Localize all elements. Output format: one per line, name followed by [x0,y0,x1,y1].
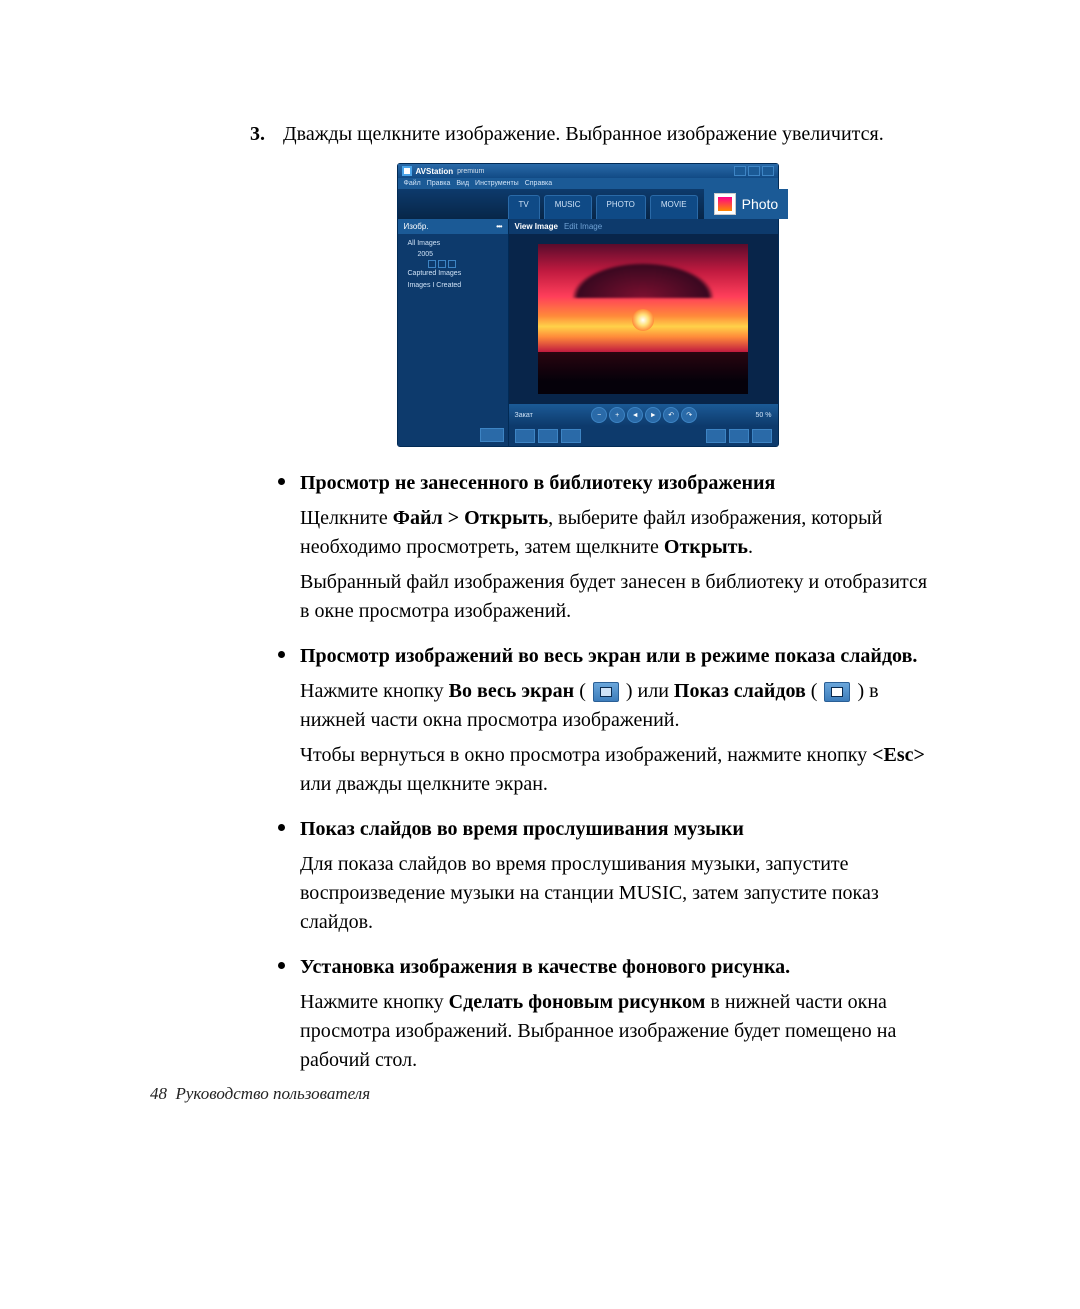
wallpaper-button[interactable] [561,429,581,443]
zoom-out-button[interactable]: − [591,407,607,423]
bullet-item: Установка изображения в качестве фоновог… [300,953,930,1075]
tree-month-icons[interactable] [402,260,504,268]
slideshow-button[interactable] [538,429,558,443]
image-name: Закат [515,412,533,419]
image-viewport [509,234,778,404]
bullet-item: Показ слайдов во время прослушивания муз… [300,815,930,937]
tree-all-images[interactable]: All Images [402,238,504,249]
tab-music[interactable]: MUSIC [544,195,592,219]
sidebar-add-button[interactable] [480,428,504,442]
tab-edit-image[interactable]: Edit Image [564,222,602,231]
bullet-list: Просмотр не занесенного в библиотеку изо… [245,469,930,1075]
bullet-paragraph: Нажмите кнопку Во весь экран ( ) или Пок… [300,677,930,735]
sidebar-tree: All Images 2005 Captured Images Images I… [398,234,508,424]
page-footer: 48 Руководство пользователя [150,1084,370,1104]
rotate-left-button[interactable]: ↶ [663,407,679,423]
tree-created[interactable]: Images I Created [402,280,504,291]
menubar: Файл Правка Вид Инструменты Справка [398,178,778,189]
step-number: 3. [245,120,265,149]
bullet-heading: Просмотр изображений во весь экран или в… [300,642,930,671]
zoom-percent: 50 % [756,412,772,419]
menu-edit[interactable]: Правка [427,180,451,187]
next-button[interactable]: ► [645,407,661,423]
bold-text: Во весь экран [449,680,575,702]
bullet-item: Просмотр не занесенного в библиотеку изо… [300,469,930,626]
fullscreen-icon [593,682,619,702]
step-text: Дважды щелкните изображение. Выбранное и… [283,120,930,149]
sidebar-header: Изобр. ••• [398,219,508,234]
bold-text: Сделать фоновым рисунком [449,991,706,1013]
tab-photo[interactable]: PHOTO [596,195,646,219]
footer-title: Руководство пользователя [176,1084,371,1103]
app-screenshot: AVStation premium Файл Правка Вид Инстру… [245,163,930,447]
bold-text: Файл > Открыть [393,507,548,529]
sidebar: Изобр. ••• All Images 2005 Captured Imag… [398,219,509,446]
rotate-right-button[interactable]: ↷ [681,407,697,423]
tool-button-3[interactable] [752,429,772,443]
tab-movie[interactable]: MOVIE [650,195,698,219]
tab-tv[interactable]: TV [508,195,540,219]
app-icon [402,166,412,176]
prev-button[interactable]: ◄ [627,407,643,423]
sidebar-title: Изобр. [404,222,429,231]
bullet-paragraph: Выбранный файл изображения будет занесен… [300,568,930,626]
slideshow-icon [824,682,850,702]
bullet-heading: Показ слайдов во время прослушивания муз… [300,815,930,844]
close-button[interactable] [762,166,774,176]
header-row: TV MUSIC PHOTO MOVIE Photo [398,189,778,219]
photo-icon [714,193,736,215]
tab-view-image[interactable]: View Image [515,222,558,231]
maximize-button[interactable] [748,166,760,176]
bold-text: <Esc> [872,744,925,766]
bullet-paragraph: Чтобы вернуться в окно просмотра изображ… [300,741,930,799]
bottom-bar [509,426,778,446]
bold-text: Показ слайдов [674,680,806,702]
bullet-heading: Установка изображения в качестве фоновог… [300,953,930,982]
view-tabs: View Image Edit Image [509,219,778,234]
bullet-paragraph: Щелкните Файл > Открыть, выберите файл и… [300,504,930,562]
fullscreen-button[interactable] [515,429,535,443]
menu-tools[interactable]: Инструменты [475,180,519,187]
minimize-button[interactable] [734,166,746,176]
zoom-in-button[interactable]: + [609,407,625,423]
tool-button-2[interactable] [729,429,749,443]
avstation-window: AVStation premium Файл Правка Вид Инстру… [397,163,779,447]
bullet-paragraph: Нажмите кнопку Сделать фоновым рисунком … [300,988,930,1075]
sunset-image [538,244,748,394]
control-bar: Закат − + ◄ ► ↶ ↷ 50 % [509,404,778,426]
bullet-paragraph: Для показа слайдов во время прослушивани… [300,850,930,937]
tree-year[interactable]: 2005 [402,249,504,260]
titlebar: AVStation premium [398,164,778,178]
app-title-suffix: premium [457,168,484,175]
step-3: 3. Дважды щелкните изображение. Выбранно… [245,120,930,149]
tool-button-1[interactable] [706,429,726,443]
menu-file[interactable]: Файл [404,180,421,187]
sidebar-collapse-icon[interactable]: ••• [496,222,501,231]
mode-label: Photo [742,196,779,212]
app-title: AVStation [416,167,454,176]
bold-text: Открыть [664,536,748,558]
bullet-heading: Просмотр не занесенного в библиотеку изо… [300,469,930,498]
menu-view[interactable]: Вид [456,180,469,187]
tree-captured[interactable]: Captured Images [402,268,504,279]
menu-help[interactable]: Справка [525,180,552,187]
mode-badge: Photo [704,189,789,219]
bullet-item: Просмотр изображений во весь экран или в… [300,642,930,799]
main-panel: View Image Edit Image Закат − + ◄ [509,219,778,446]
page-number: 48 [150,1084,167,1103]
